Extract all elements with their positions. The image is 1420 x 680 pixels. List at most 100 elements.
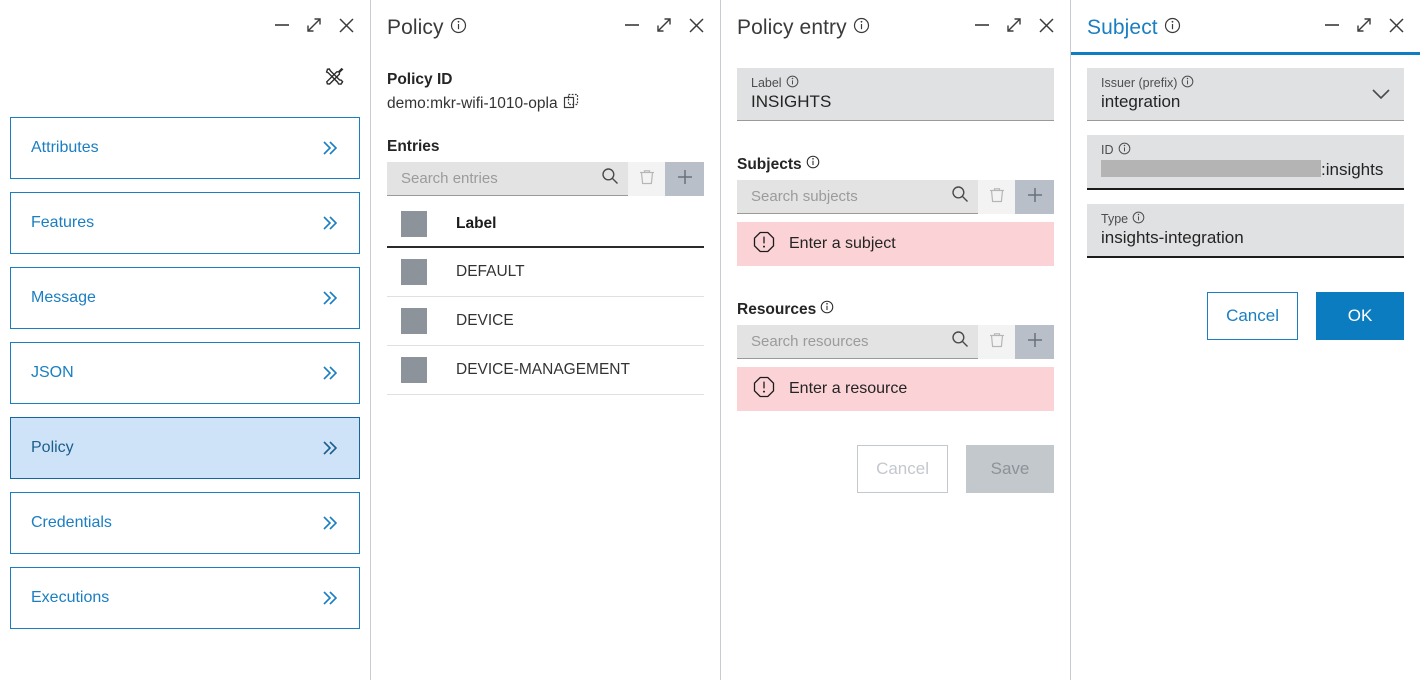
minimize-icon[interactable] [623, 16, 641, 39]
sidebar-item-label: Features [31, 214, 95, 231]
plus-icon [1024, 329, 1046, 356]
sidebar-item-policy[interactable]: Policy [10, 417, 360, 479]
tools-row [0, 55, 370, 103]
info-icon[interactable] [820, 300, 834, 319]
subjects-search-row [737, 180, 1054, 214]
add-subject-button[interactable] [1015, 180, 1054, 214]
subject-error-alert: Enter a subject [737, 222, 1054, 266]
minimize-icon[interactable] [273, 16, 291, 39]
expand-icon[interactable] [305, 16, 323, 39]
info-icon[interactable] [806, 155, 820, 174]
minimize-icon[interactable] [1323, 16, 1341, 39]
subject-body: Issuer (prefix) integration ID:insights… [1071, 68, 1420, 340]
subject-titlebar: Subject [1071, 0, 1420, 55]
delete-subject-button[interactable] [978, 180, 1016, 214]
info-icon[interactable] [450, 17, 467, 39]
sidebar-item-features[interactable]: Features [10, 192, 360, 254]
sidebar-item-message[interactable]: Message [10, 267, 360, 329]
trash-icon [988, 331, 1006, 354]
policy-entry-panel: Policy entry Label INSIGHTS Subjects Sea… [720, 0, 1070, 680]
table-row[interactable]: DEFAULT [387, 248, 704, 297]
add-entry-button[interactable] [665, 162, 704, 196]
chevron-double-right-icon [319, 439, 341, 457]
sidebar-item-executions[interactable]: Executions [10, 567, 360, 629]
id-redacted-block [1101, 160, 1321, 177]
issuer-dropdown[interactable]: Issuer (prefix) integration [1087, 68, 1404, 121]
minimize-icon[interactable] [973, 16, 991, 39]
tools-icon[interactable] [323, 65, 347, 94]
resources-search-row [737, 325, 1054, 359]
subject-title-wrap: Subject [1087, 16, 1181, 40]
save-button[interactable]: Save [966, 445, 1054, 493]
policy-window-controls [623, 16, 706, 40]
trash-icon [988, 186, 1006, 209]
expand-icon[interactable] [1005, 16, 1023, 39]
policy-panel: Policy Policy ID demo:mkr-wifi-1010-opla… [370, 0, 720, 680]
sidebar-item-label: Message [31, 289, 96, 306]
delete-resource-button[interactable] [978, 325, 1016, 359]
close-icon[interactable] [687, 16, 706, 40]
search-entries-field[interactable] [387, 162, 628, 196]
entry-body: Label INSIGHTS Subjects Search subjects … [721, 68, 1070, 493]
resource-error-alert: Enter a resource [737, 367, 1054, 411]
copy-icon[interactable] [563, 93, 579, 114]
info-icon[interactable] [1164, 17, 1181, 39]
subject-window-controls [1323, 16, 1406, 40]
chevron-down-icon[interactable] [1370, 87, 1392, 101]
page-title: Policy entry [737, 15, 847, 39]
sidebar-item-credentials[interactable]: Credentials [10, 492, 360, 554]
subjects-heading: Subjects [737, 155, 1054, 174]
page-title: Subject [1087, 15, 1158, 39]
search-subjects-field[interactable] [737, 180, 978, 214]
expand-icon[interactable] [1355, 16, 1373, 39]
search-input[interactable] [751, 188, 950, 205]
info-icon[interactable] [1132, 211, 1145, 227]
chevron-double-right-icon [319, 364, 341, 382]
info-icon[interactable] [786, 75, 799, 91]
search-icon[interactable] [950, 329, 970, 354]
search-input[interactable] [751, 333, 950, 350]
chevron-double-right-icon [319, 214, 341, 232]
close-icon[interactable] [1037, 16, 1056, 40]
entries-search-row [387, 162, 704, 196]
cancel-button[interactable]: Cancel [857, 445, 948, 493]
search-resources-field[interactable] [737, 325, 978, 359]
table-row[interactable]: DEVICE-MANAGEMENT [387, 346, 704, 395]
expand-icon[interactable] [655, 16, 673, 39]
resources-heading: Resources [737, 300, 1054, 319]
type-field-caption: Type [1101, 211, 1390, 227]
issuer-label-text: Issuer (prefix) [1101, 76, 1178, 90]
chevron-double-right-icon [319, 139, 341, 157]
search-icon[interactable] [950, 184, 970, 209]
label-field-label-text: Label [751, 76, 782, 90]
sidebar-item-label: Credentials [31, 514, 112, 531]
entry-swatch [401, 259, 427, 285]
info-icon[interactable] [853, 17, 870, 39]
delete-entry-button[interactable] [628, 162, 666, 196]
subjects-heading-text: Subjects [737, 155, 802, 173]
sidebar-item-label: JSON [31, 364, 74, 381]
column-header-label: Label [456, 215, 497, 232]
close-icon[interactable] [1387, 16, 1406, 40]
close-icon[interactable] [337, 16, 356, 40]
info-icon[interactable] [1118, 142, 1131, 158]
search-input[interactable] [401, 170, 600, 187]
entry-button-row: Cancel Save [737, 445, 1054, 493]
type-field[interactable]: Type insights-integration [1087, 204, 1404, 258]
page-title: Policy [387, 15, 444, 39]
cancel-button[interactable]: Cancel [1207, 292, 1298, 340]
id-field[interactable]: ID :insights [1087, 135, 1404, 190]
table-cell-label: DEVICE [456, 312, 514, 329]
sidebar-item-attributes[interactable]: Attributes [10, 117, 360, 179]
chevron-double-right-icon [319, 514, 341, 532]
ok-button[interactable]: OK [1316, 292, 1404, 340]
search-icon[interactable] [600, 166, 620, 191]
add-resource-button[interactable] [1015, 325, 1054, 359]
sidebar-item-json[interactable]: JSON [10, 342, 360, 404]
id-suffix: :insights [1321, 160, 1384, 179]
label-field[interactable]: Label INSIGHTS [737, 68, 1054, 121]
navigation-panel: Attributes Features Message JSON Policy … [0, 0, 370, 680]
info-icon[interactable] [1181, 75, 1194, 91]
table-row[interactable]: DEVICE [387, 297, 704, 346]
plus-icon [1024, 184, 1046, 211]
